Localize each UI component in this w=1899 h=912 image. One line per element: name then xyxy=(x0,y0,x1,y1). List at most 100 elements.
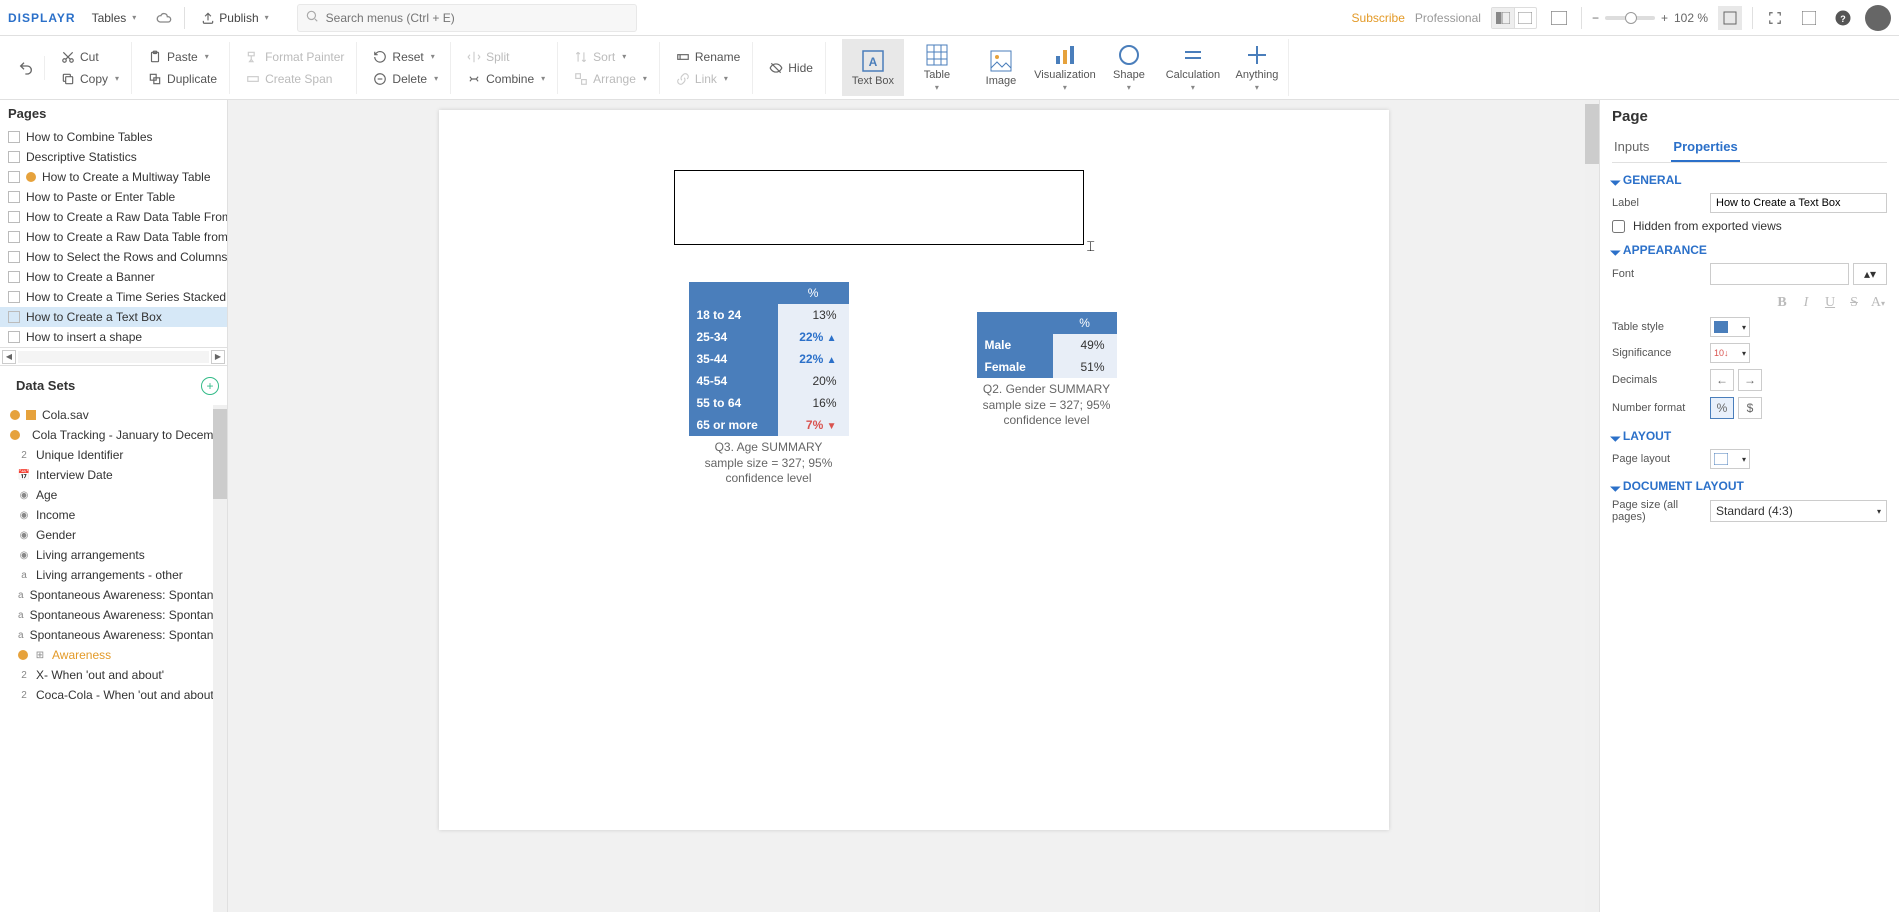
font-family-select[interactable] xyxy=(1710,263,1849,285)
page-item[interactable]: How to Combine Tables xyxy=(0,127,227,147)
scroll-left-icon[interactable]: ◀ xyxy=(2,350,16,364)
publish-menu[interactable]: Publish▾ xyxy=(193,7,276,29)
view-toggle-panels[interactable] xyxy=(1491,7,1537,29)
page-item[interactable]: How to Paste or Enter Table xyxy=(0,187,227,207)
present-icon[interactable] xyxy=(1797,6,1821,30)
page-icon xyxy=(8,191,20,203)
reset-button[interactable]: Reset▾ xyxy=(367,48,444,66)
datasets-scrollbar[interactable] xyxy=(213,405,227,912)
page-layout-select[interactable]: ▾ xyxy=(1710,449,1750,469)
text-box-element[interactable] xyxy=(674,170,1084,245)
zoom-out-button[interactable]: − xyxy=(1592,11,1599,25)
subscribe-link[interactable]: Subscribe xyxy=(1352,11,1405,25)
font-size-spinner[interactable]: ▴▾ xyxy=(1853,263,1887,285)
paste-button[interactable]: Paste▾ xyxy=(142,48,223,66)
pages-hscroll[interactable]: ◀ ▶ xyxy=(0,347,227,365)
search-input[interactable] xyxy=(297,4,637,32)
dataset-item[interactable]: ◉Income xyxy=(0,505,227,525)
page-canvas[interactable]: ⌶ % 18 to 2413%25-3422% ▲35-4422% ▲45-54… xyxy=(439,110,1389,830)
dataset-item[interactable]: aSpontaneous Awareness: Spontaneou xyxy=(0,625,227,645)
canvas-scrollbar[interactable] xyxy=(1585,100,1599,912)
dataset-item[interactable]: aLiving arrangements - other xyxy=(0,565,227,585)
section-general[interactable]: GENERAL xyxy=(1612,173,1887,187)
page-item[interactable]: How to insert a shape xyxy=(0,327,227,347)
page-size-select[interactable]: Standard (4:3)▾ xyxy=(1710,500,1887,522)
page-item[interactable]: Descriptive Statistics xyxy=(0,147,227,167)
dataset-item[interactable]: aSpontaneous Awareness: Spontaneou xyxy=(0,605,227,625)
insert-image-button[interactable]: Image xyxy=(970,39,1032,96)
dataset-item[interactable]: 2Coca-Cola - When 'out and about' xyxy=(0,685,227,705)
percent-format-button[interactable]: % xyxy=(1710,397,1734,419)
svg-text:?: ? xyxy=(1840,13,1846,23)
fit-page-button[interactable] xyxy=(1718,6,1742,30)
view-both-icon[interactable] xyxy=(1492,8,1514,28)
canvas-area[interactable]: ⌶ % 18 to 2413%25-3422% ▲35-4422% ▲45-54… xyxy=(228,100,1599,912)
cut-button[interactable]: Cut xyxy=(55,48,125,66)
delete-button[interactable]: Delete▾ xyxy=(367,70,444,88)
underline-button[interactable]: U xyxy=(1821,295,1839,311)
dataset-item[interactable]: Cola.sav xyxy=(0,405,227,425)
tables-menu[interactable]: Tables▾ xyxy=(84,7,145,29)
increase-decimals-button[interactable]: → xyxy=(1738,369,1762,391)
dataset-item[interactable]: 2Unique Identifier xyxy=(0,445,227,465)
add-dataset-button[interactable]: + xyxy=(201,377,219,395)
help-icon[interactable]: ? xyxy=(1831,6,1855,30)
dataset-item[interactable]: aSpontaneous Awareness: Spontaneou xyxy=(0,585,227,605)
zoom-slider[interactable] xyxy=(1605,16,1655,20)
panel-heading: Page xyxy=(1612,108,1887,125)
section-document-layout[interactable]: DOCUMENT LAYOUT xyxy=(1612,479,1887,493)
dataset-item[interactable]: ◉Gender xyxy=(0,525,227,545)
zoom-in-button[interactable]: + xyxy=(1661,11,1668,25)
page-item[interactable]: How to Create a Banner xyxy=(0,267,227,287)
cloud-sync-icon[interactable] xyxy=(152,6,176,30)
section-layout[interactable]: LAYOUT xyxy=(1612,429,1887,443)
insert-table-button[interactable]: Table▾ xyxy=(906,39,968,96)
label-input[interactable] xyxy=(1710,193,1887,213)
tab-inputs[interactable]: Inputs xyxy=(1612,133,1651,162)
datasets-list: Cola.savCola Tracking - January to Decem… xyxy=(0,405,227,912)
age-summary-table[interactable]: % 18 to 2413%25-3422% ▲35-4422% ▲45-5420… xyxy=(689,282,849,487)
page-view-icon[interactable] xyxy=(1547,6,1571,30)
insert-textbox-button[interactable]: A Text Box xyxy=(842,39,904,96)
dataset-item[interactable]: ⊞Awareness xyxy=(0,645,227,665)
strike-button[interactable]: S xyxy=(1845,295,1863,311)
insert-shape-button[interactable]: Shape▾ xyxy=(1098,39,1160,96)
section-appearance[interactable]: APPEARANCE xyxy=(1612,243,1887,257)
duplicate-button[interactable]: Duplicate xyxy=(142,70,223,88)
gender-summary-table[interactable]: % Male49%Female51% Q2. Gender SUMMARY sa… xyxy=(977,312,1117,429)
page-item[interactable]: How to Create a Raw Data Table from Var xyxy=(0,227,227,247)
view-right-icon[interactable] xyxy=(1514,8,1536,28)
search-menus[interactable] xyxy=(297,4,637,32)
page-item[interactable]: How to Create a Raw Data Table From a V xyxy=(0,207,227,227)
dataset-item[interactable]: ◉Living arrangements xyxy=(0,545,227,565)
font-color-button[interactable]: A▾ xyxy=(1869,295,1887,311)
hidden-checkbox[interactable] xyxy=(1612,220,1625,233)
combine-button[interactable]: Combine▾ xyxy=(461,70,551,88)
table-style-select[interactable]: ▾ xyxy=(1710,317,1750,337)
copy-button[interactable]: Copy▾ xyxy=(55,70,125,88)
scroll-right-icon[interactable]: ▶ xyxy=(211,350,225,364)
dataset-item[interactable]: Cola Tracking - January to December. xyxy=(0,425,227,445)
page-item[interactable]: How to Select the Rows and Columns to A xyxy=(0,247,227,267)
undo-button[interactable] xyxy=(14,56,38,80)
dataset-item[interactable]: 📅Interview Date xyxy=(0,465,227,485)
font-label: Font xyxy=(1612,268,1702,280)
insert-anything-button[interactable]: Anything▾ xyxy=(1226,39,1288,96)
rename-button[interactable]: Rename xyxy=(670,48,746,66)
italic-button[interactable]: I xyxy=(1797,295,1815,311)
insert-calculation-button[interactable]: Calculation▾ xyxy=(1162,39,1224,96)
insert-visualization-button[interactable]: Visualization▾ xyxy=(1034,39,1096,96)
bold-button[interactable]: B xyxy=(1773,295,1791,311)
hide-button[interactable]: Hide xyxy=(763,59,819,77)
dataset-item[interactable]: 2X- When 'out and about' xyxy=(0,665,227,685)
currency-format-button[interactable]: $ xyxy=(1738,397,1762,419)
page-item[interactable]: How to Create a Time Series Stacked by Y xyxy=(0,287,227,307)
fullscreen-icon[interactable] xyxy=(1763,6,1787,30)
page-item[interactable]: How to Create a Text Box xyxy=(0,307,227,327)
significance-select[interactable]: 10↓▾ xyxy=(1710,343,1750,363)
page-item[interactable]: How to Create a Multiway Table xyxy=(0,167,227,187)
tab-properties[interactable]: Properties xyxy=(1671,133,1739,162)
user-avatar[interactable] xyxy=(1865,5,1891,31)
dataset-item[interactable]: ◉Age xyxy=(0,485,227,505)
decrease-decimals-button[interactable]: ← xyxy=(1710,369,1734,391)
